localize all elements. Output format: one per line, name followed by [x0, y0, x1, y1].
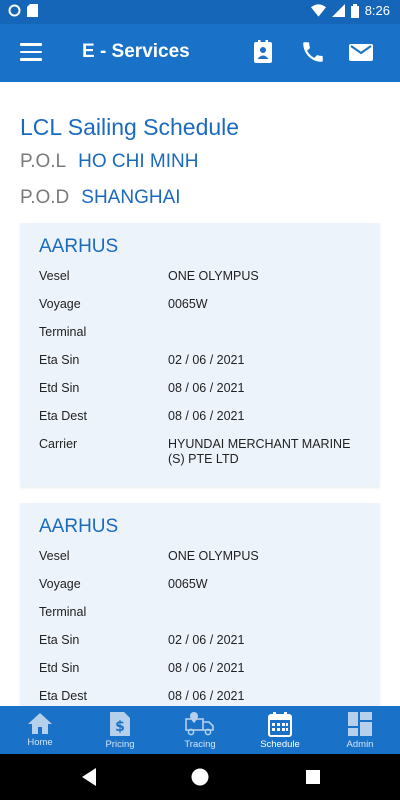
home-circle-icon[interactable] — [191, 767, 209, 787]
row-value: 08 / 06 / 2021 — [168, 661, 245, 675]
pod-row: P.O.D SHANGHAI — [20, 187, 181, 209]
content-area[interactable]: LCL Sailing Schedule P.O.L HO CHI MINH P.… — [0, 82, 400, 706]
pod-value: SHANGHAI — [81, 187, 181, 208]
row-label: Terminal — [39, 605, 87, 619]
row-value: ONE OLYMPUS — [168, 269, 259, 283]
menu-icon[interactable] — [20, 43, 42, 61]
row-value: 0065W — [168, 297, 208, 311]
wifi-icon — [310, 4, 326, 17]
nav-label: Tracing — [184, 739, 216, 750]
nav-item-pricing[interactable]: $ Pricing — [80, 706, 160, 754]
nav-item-home[interactable]: Home — [0, 706, 80, 754]
row-label: Terminal — [39, 325, 87, 339]
row-label: Voyage — [39, 577, 81, 591]
dashboard-icon — [348, 712, 372, 736]
row-label: Etd Sin — [39, 661, 80, 675]
schedule-card[interactable]: AARHUS Vesel ONE OLYMPUS Voyage 0065W Term… — [20, 223, 380, 487]
nav-label: Admin — [346, 739, 374, 750]
notification-circle-icon — [8, 4, 21, 17]
signal-icon — [331, 4, 345, 17]
nav-label: Home — [27, 737, 53, 748]
status-bar: 8:26 — [0, 0, 400, 24]
pod-label: P.O.D — [20, 187, 70, 208]
nav-item-admin[interactable]: Admin — [320, 706, 400, 754]
row-value: HYUNDAI MERCHANT MARINE (S) PTE LTD — [168, 437, 351, 466]
home-icon — [28, 713, 52, 734]
nav-label: Pricing — [105, 739, 135, 750]
contact-card-icon[interactable] — [250, 39, 276, 65]
row-value: ONE OLYMPUS — [168, 549, 259, 563]
row-label: Vesel — [39, 549, 70, 563]
row-label: Vesel — [39, 269, 70, 283]
row-label: Eta Dest — [39, 409, 87, 423]
nav-label: Schedule — [260, 739, 300, 750]
pol-row: P.O.L HO CHI MINH — [20, 151, 198, 173]
card-port-name: AARHUS — [39, 236, 119, 257]
tracing-icon — [185, 712, 214, 736]
nav-item-schedule[interactable]: Schedule — [240, 706, 320, 754]
row-label: Etd Sin — [39, 381, 80, 395]
svg-text:$: $ — [115, 719, 125, 735]
card-port-name: AARHUS — [39, 516, 119, 537]
row-label: Carrier — [39, 437, 78, 451]
row-value: 08 / 06 / 2021 — [168, 689, 245, 703]
row-value: 08 / 06 / 2021 — [168, 381, 245, 395]
app-bar: E - Services — [0, 24, 400, 82]
sd-card-icon — [27, 4, 38, 17]
phone-icon[interactable] — [300, 39, 326, 65]
pol-label: P.O.L — [20, 151, 67, 172]
calendar-icon — [268, 712, 292, 737]
recents-icon[interactable] — [305, 767, 321, 787]
row-value: 02 / 06 / 2021 — [168, 633, 245, 647]
back-icon[interactable] — [80, 767, 98, 787]
battery-icon — [350, 3, 359, 18]
page-title: LCL Sailing Schedule — [20, 114, 240, 140]
row-label: Eta Sin — [39, 353, 80, 367]
pol-value: HO CHI MINH — [78, 151, 199, 172]
bottom-nav: Home $ Pricing Tracing Schedule Admin — [0, 706, 400, 754]
row-label: Voyage — [39, 297, 81, 311]
nav-item-tracing[interactable]: Tracing — [160, 706, 240, 754]
row-label: Eta Sin — [39, 633, 80, 647]
pricing-icon: $ — [110, 712, 130, 736]
status-time: 8:26 — [364, 3, 390, 18]
row-label: Eta Dest — [39, 689, 87, 703]
schedule-card[interactable]: AARHUS Vesel ONE OLYMPUS Voyage 0065W Term… — [20, 503, 380, 706]
mail-icon[interactable] — [348, 39, 374, 65]
row-value: 0065W — [168, 577, 208, 591]
system-nav-bar — [0, 754, 400, 800]
row-value: 08 / 06 / 2021 — [168, 409, 245, 423]
app-title: E - Services — [82, 41, 190, 62]
row-value: 02 / 06 / 2021 — [168, 353, 245, 367]
